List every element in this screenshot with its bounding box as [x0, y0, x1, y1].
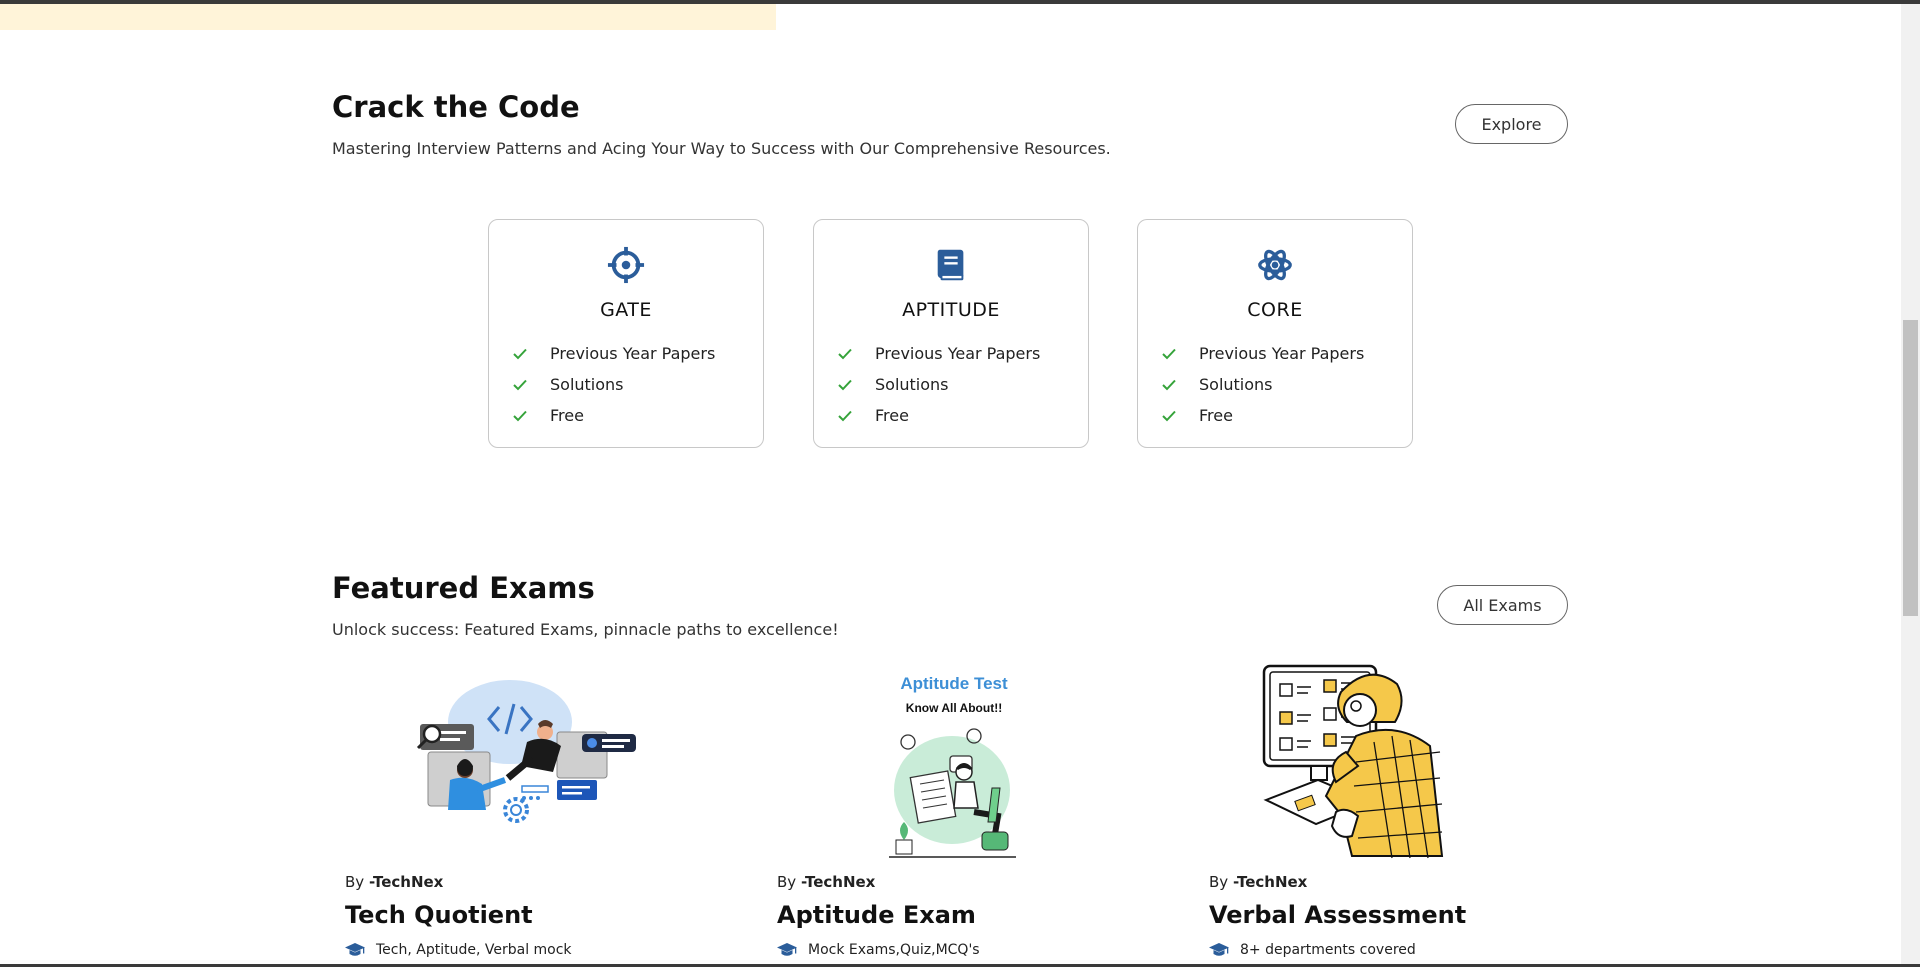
top-banner — [0, 4, 776, 30]
image-subheading: Know All About!! — [906, 701, 1002, 715]
card-title: CORE — [1247, 299, 1303, 321]
verbal-assessment-illustration — [1262, 664, 1444, 859]
exam-title[interactable]: Aptitude Exam — [777, 901, 976, 929]
crosshair-icon — [607, 246, 645, 284]
scrollbar-thumb[interactable] — [1903, 320, 1918, 616]
exam-card-tech-quotient[interactable]: By -TechNex Tech Quotient Tech, Aptitude… — [332, 662, 732, 967]
graduation-cap-icon — [345, 943, 365, 956]
card-gate[interactable]: GATE Previous Year Papers Solutions Free — [488, 219, 764, 448]
exam-meta: Mock Exams,Quiz,MCQ's — [777, 942, 980, 958]
featured-section-subtitle: Unlock success: Featured Exams, pinnacle… — [332, 620, 839, 639]
scrollbar[interactable] — [1901, 4, 1920, 967]
graduation-cap-icon — [1209, 943, 1229, 956]
aptitude-test-illustration: Aptitude Test Know All About!! — [889, 674, 1016, 858]
exam-title[interactable]: Tech Quotient — [345, 901, 533, 929]
card-title: APTITUDE — [902, 299, 1000, 321]
check-icon — [838, 410, 852, 421]
check-icon — [838, 348, 852, 359]
check-icon — [513, 410, 527, 421]
crack-section-title: Crack the Code — [332, 90, 580, 124]
list-item: Solutions — [1162, 369, 1364, 400]
list-item: Free — [838, 400, 1040, 431]
all-exams-button[interactable]: All Exams — [1437, 585, 1568, 625]
list-item: Previous Year Papers — [513, 338, 715, 369]
card-title: GATE — [600, 299, 652, 321]
check-icon — [1162, 410, 1176, 421]
exam-card-aptitude-exam[interactable]: Aptitude Test Know All About!! By -TechN… — [764, 662, 1164, 967]
card-core[interactable]: CORE Previous Year Papers Solutions Free — [1137, 219, 1413, 448]
image-heading: Aptitude Test — [900, 674, 1008, 693]
list-item: Free — [1162, 400, 1364, 431]
check-icon — [513, 348, 527, 359]
list-item: Previous Year Papers — [838, 338, 1040, 369]
check-icon — [838, 379, 852, 390]
list-item: Previous Year Papers — [1162, 338, 1364, 369]
card-aptitude[interactable]: APTITUDE Previous Year Papers Solutions … — [813, 219, 1089, 448]
crack-section-subtitle: Mastering Interview Patterns and Acing Y… — [332, 139, 1111, 158]
book-icon — [937, 249, 964, 281]
graduation-cap-icon — [777, 943, 797, 956]
list-item: Free — [513, 400, 715, 431]
featured-section-title: Featured Exams — [332, 571, 595, 605]
atom-icon — [1258, 249, 1292, 281]
list-item: Solutions — [838, 369, 1040, 400]
explore-button[interactable]: Explore — [1455, 104, 1568, 144]
check-icon — [1162, 379, 1176, 390]
exam-author: By -TechNex — [345, 873, 444, 891]
exam-author: By -TechNex — [1209, 873, 1308, 891]
exam-card-verbal-assessment[interactable]: By -TechNex Verbal Assessment 8+ departm… — [1196, 662, 1596, 967]
check-icon — [1162, 348, 1176, 359]
exam-meta: 8+ departments covered — [1209, 942, 1416, 958]
exam-author: By -TechNex — [777, 873, 876, 891]
check-icon — [513, 379, 527, 390]
list-item: Solutions — [513, 369, 715, 400]
tech-collaboration-illustration — [416, 680, 636, 823]
exam-meta: Tech, Aptitude, Verbal mock — [345, 942, 572, 958]
exam-title[interactable]: Verbal Assessment — [1209, 901, 1466, 929]
